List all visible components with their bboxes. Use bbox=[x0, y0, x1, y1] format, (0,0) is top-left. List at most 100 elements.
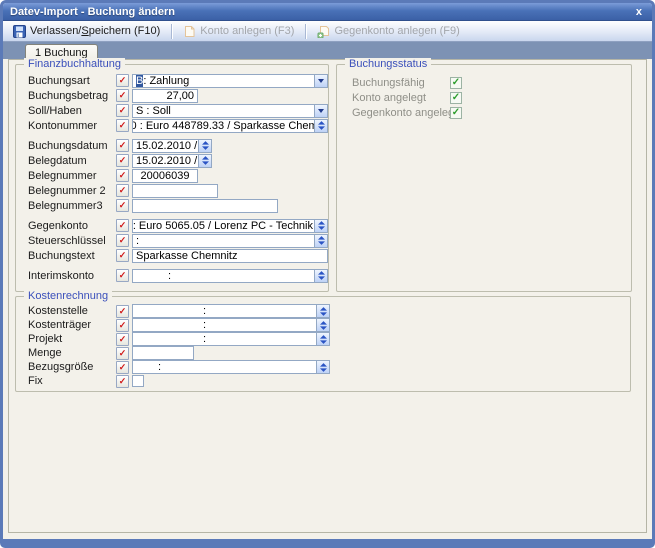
buchungsart-value: B : Zahlung bbox=[133, 75, 314, 87]
kostentraeger-label: Kostenträger bbox=[28, 319, 116, 331]
konto-angelegt-checkbox: ✓ bbox=[450, 92, 462, 104]
kostentraeger-spinner-field[interactable]: : bbox=[132, 318, 330, 332]
red-check-icon: ✓ bbox=[119, 335, 127, 344]
group-kostenrechnung: Kostenrechnung Kostenstelle ✓ : Kostentr… bbox=[15, 296, 631, 392]
row-gegenkonto: Gegenkonto ✓ 10006 : Euro 5065.05 / Lore… bbox=[28, 218, 328, 233]
row-buchungstext: Buchungstext ✓ Sparkasse Chemnitz bbox=[28, 248, 328, 263]
sollhaben-combobox[interactable]: S : Soll bbox=[132, 104, 328, 118]
bezugsgroesse-apply-button[interactable]: ✓ bbox=[116, 361, 129, 374]
row-interimskonto: Interimskonto ✓ : bbox=[28, 268, 328, 283]
menge-apply-button[interactable]: ✓ bbox=[116, 347, 129, 360]
konto-anlegen-label: Konto anlegen (F3) bbox=[200, 25, 294, 37]
buchungsdatum-apply-button[interactable]: ✓ bbox=[116, 139, 129, 152]
row-belegnummer3: Belegnummer3 ✓ bbox=[28, 198, 328, 213]
kostenstelle-apply-button[interactable]: ✓ bbox=[116, 305, 129, 318]
belegdatum-apply-button[interactable]: ✓ bbox=[116, 154, 129, 167]
green-check-icon: ✓ bbox=[452, 108, 460, 118]
buchungsbetrag-input[interactable]: 27,00 bbox=[132, 89, 198, 103]
toolbar-separator bbox=[171, 24, 172, 39]
bezugsgroesse-spinner-field[interactable]: : bbox=[132, 360, 330, 374]
sollhaben-dropdown-button[interactable] bbox=[314, 105, 327, 117]
bezugsgroesse-spin-button[interactable] bbox=[316, 361, 329, 373]
row-buchungsdatum: Buchungsdatum ✓ 15.02.2010 /Mo bbox=[28, 138, 328, 153]
steuerschluessel-apply-button[interactable]: ✓ bbox=[116, 234, 129, 247]
interimskonto-spin-button[interactable] bbox=[314, 270, 327, 282]
buchungsart-apply-button[interactable]: ✓ bbox=[116, 74, 129, 87]
buchungsdatum-spinner-field[interactable]: 15.02.2010 /Mo bbox=[132, 139, 212, 153]
kostenstelle-spinner-field[interactable]: : bbox=[132, 304, 330, 318]
kostenstelle-spin-button[interactable] bbox=[316, 305, 329, 317]
row-belegdatum: Belegdatum ✓ 15.02.2010 /Mo bbox=[28, 153, 328, 168]
sollhaben-apply-button[interactable]: ✓ bbox=[116, 104, 129, 117]
steuerschluessel-spinner-field[interactable]: : bbox=[132, 234, 328, 248]
group-buchungsstatus: Buchungsstatus Buchungsfähig ✓ Konto ang… bbox=[336, 64, 632, 292]
kostentraeger-apply-button[interactable]: ✓ bbox=[116, 319, 129, 332]
buchungsfaehig-label: Buchungsfähig bbox=[352, 77, 450, 89]
buchungsbetrag-apply-button[interactable]: ✓ bbox=[116, 89, 129, 102]
buchungstext-apply-button[interactable]: ✓ bbox=[116, 249, 129, 262]
projekt-label: Projekt bbox=[28, 333, 116, 345]
row-menge: Menge ✓ bbox=[28, 346, 630, 360]
gegenkonto-spin-button[interactable] bbox=[314, 220, 327, 232]
gegenkonto-angelegt-label: Gegenkonto angelegt bbox=[352, 107, 450, 119]
group-finanzbuchhaltung-body: Buchungsart ✓ B : Zahlung Buchungsbetrag… bbox=[16, 65, 328, 291]
bezugsgroesse-value: : bbox=[133, 361, 316, 373]
buchungsart-dropdown-button[interactable] bbox=[314, 75, 327, 87]
projekt-value: : bbox=[133, 333, 316, 345]
green-check-icon: ✓ bbox=[452, 78, 460, 88]
save-exit-button[interactable]: Verlassen/Speichern (F10) bbox=[7, 22, 166, 40]
belegnummer-apply-button[interactable]: ✓ bbox=[116, 169, 129, 182]
interimskonto-spinner-field[interactable]: : bbox=[132, 269, 328, 283]
row-buchungsart: Buchungsart ✓ B : Zahlung bbox=[28, 73, 328, 88]
spinner-up-down-icon bbox=[320, 307, 327, 316]
konto-angelegt-label: Konto angelegt bbox=[352, 92, 450, 104]
belegdatum-spin-button[interactable] bbox=[198, 155, 211, 167]
projekt-spin-button[interactable] bbox=[316, 333, 329, 345]
sollhaben-value: S : Soll bbox=[133, 105, 314, 117]
red-check-icon: ✓ bbox=[119, 349, 127, 358]
menge-value bbox=[133, 347, 193, 359]
titlebar: Datev-Import - Buchung ändern x bbox=[3, 3, 652, 21]
belegnummer2-label: Belegnummer 2 bbox=[28, 185, 116, 197]
buchungstext-input[interactable]: Sparkasse Chemnitz bbox=[132, 249, 328, 263]
belegnummer3-label: Belegnummer3 bbox=[28, 200, 116, 212]
belegnummer-input[interactable]: 20006039 bbox=[132, 169, 198, 183]
konto-anlegen-button: Konto anlegen (F3) bbox=[177, 22, 300, 40]
kostentraeger-spin-button[interactable] bbox=[316, 319, 329, 331]
spinner-up-down-icon bbox=[202, 156, 209, 165]
menge-input[interactable] bbox=[132, 346, 194, 360]
belegdatum-label: Belegdatum bbox=[28, 155, 116, 167]
buchungsdatum-spin-button[interactable] bbox=[198, 140, 211, 152]
belegnummer3-input[interactable] bbox=[132, 199, 278, 213]
projekt-spinner-field[interactable]: : bbox=[132, 332, 330, 346]
red-check-icon: ✓ bbox=[119, 221, 127, 230]
red-check-icon: ✓ bbox=[119, 307, 127, 316]
kontonummer-apply-button[interactable]: ✓ bbox=[116, 119, 129, 132]
gegenkonto-apply-button[interactable]: ✓ bbox=[116, 219, 129, 232]
kontonummer-spinner-field[interactable]: 1200 : Euro 448789.33 / Sparkasse Chemni… bbox=[132, 119, 328, 133]
belegdatum-spinner-field[interactable]: 15.02.2010 /Mo bbox=[132, 154, 212, 168]
buchungsart-combobox[interactable]: B : Zahlung bbox=[132, 74, 328, 88]
steuerschluessel-spin-button[interactable] bbox=[314, 235, 327, 247]
gegenkonto-spinner-field[interactable]: 10006 : Euro 5065.05 / Lorenz PC - Techn… bbox=[132, 219, 328, 233]
kontonummer-spin-button[interactable] bbox=[314, 120, 327, 132]
fix-apply-button[interactable]: ✓ bbox=[116, 375, 129, 388]
kontonummer-label: Kontonummer bbox=[28, 120, 116, 132]
fix-checkbox[interactable] bbox=[132, 375, 144, 387]
kostenstelle-value: : bbox=[133, 305, 316, 317]
buchungsart-label: Buchungsart bbox=[28, 75, 116, 87]
belegnummer3-apply-button[interactable]: ✓ bbox=[116, 199, 129, 212]
new-page-icon bbox=[183, 25, 196, 38]
red-check-icon: ✓ bbox=[119, 363, 127, 372]
group-kostenrechnung-body: Kostenstelle ✓ : Kostenträger ✓ : bbox=[16, 297, 630, 391]
belegnummer3-value bbox=[133, 200, 277, 212]
close-button[interactable]: x bbox=[633, 6, 645, 18]
row-gegenkonto-angelegt: Gegenkonto angelegt ✓ bbox=[352, 105, 631, 120]
belegnummer2-input[interactable] bbox=[132, 184, 218, 198]
projekt-apply-button[interactable]: ✓ bbox=[116, 333, 129, 346]
belegnummer2-apply-button[interactable]: ✓ bbox=[116, 184, 129, 197]
interimskonto-apply-button[interactable]: ✓ bbox=[116, 269, 129, 282]
tabstrip: 1 Buchung bbox=[3, 42, 652, 59]
row-steuerschluessel: Steuerschlüssel ✓ : bbox=[28, 233, 328, 248]
red-check-icon: ✓ bbox=[119, 186, 127, 195]
